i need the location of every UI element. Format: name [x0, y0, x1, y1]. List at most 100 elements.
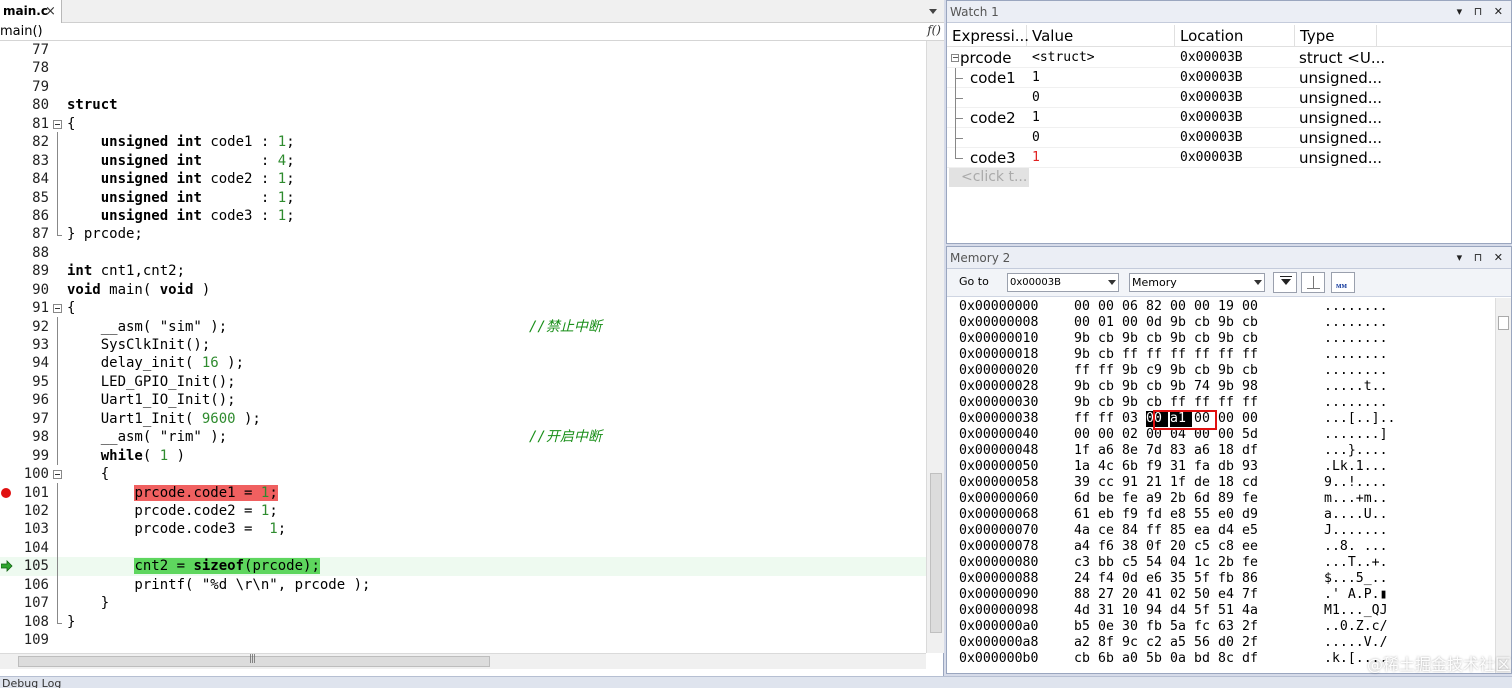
memory-byte[interactable]: 4c — [1098, 459, 1120, 475]
memory-byte[interactable]: ff — [1098, 411, 1120, 427]
line-number[interactable]: 100 — [12, 465, 49, 483]
memory-byte[interactable]: ea — [1194, 523, 1216, 539]
memory-byte[interactable]: fa — [1194, 459, 1216, 475]
goto-address-input[interactable]: 0x00003B — [1007, 273, 1119, 292]
line-number[interactable]: 83 — [12, 152, 49, 170]
code-text[interactable]: delay_init( 16 ); — [67, 354, 244, 372]
code-line[interactable]: 88 — [0, 244, 926, 262]
memory-byte[interactable]: 8c — [1218, 651, 1240, 667]
line-number[interactable]: 78 — [12, 59, 49, 77]
watch-panel-controls[interactable]: ▾ ⊓ ✕ — [1457, 1, 1507, 23]
memory-panel-controls[interactable]: ▾ ⊓ ✕ — [1457, 247, 1507, 269]
editor-hscroll-thumb[interactable]: ||| — [18, 654, 490, 667]
memory-byte[interactable]: 56 — [1194, 635, 1216, 651]
memory-byte[interactable]: 2f — [1242, 635, 1264, 651]
code-line[interactable]: 85 unsigned int : 1; — [0, 187, 926, 207]
memory-byte[interactable]: 06 — [1122, 299, 1144, 315]
memory-byte[interactable]: 00 — [1098, 299, 1120, 315]
memory-byte[interactable]: 91 — [1122, 475, 1144, 491]
line-number[interactable]: 93 — [12, 336, 49, 354]
memory-byte[interactable]: cb — [1146, 379, 1168, 395]
memory-byte[interactable]: ff — [1218, 347, 1240, 363]
code-line[interactable]: 83 unsigned int : 4; — [0, 150, 926, 170]
memory-byte[interactable]: fe — [1242, 555, 1264, 571]
memory-byte[interactable]: c8 — [1218, 539, 1240, 555]
line-number[interactable]: 106 — [12, 576, 49, 594]
chevron-down-icon[interactable] — [1254, 280, 1262, 285]
memory-byte[interactable]: 85 — [1170, 523, 1192, 539]
tab-list-dropdown-icon[interactable] — [928, 4, 938, 18]
memory-byte[interactable]: fb — [1146, 619, 1168, 635]
function-navigation-bar[interactable]: main() f() — [0, 23, 944, 41]
code-editor[interactable]: main.c × main() f() 77 78 79 80 struct 81 {82 … — [0, 0, 944, 676]
code-text[interactable]: int cnt1,cnt2; — [67, 262, 185, 280]
code-text[interactable]: while( 1 ) — [67, 447, 185, 465]
memory-byte[interactable]: cc — [1098, 475, 1120, 491]
memory-byte[interactable]: e4 — [1218, 587, 1240, 603]
code-text[interactable]: unsigned int code2 : 1; — [67, 170, 295, 188]
code-line[interactable]: 98 __asm( "rim" ); //开启中断 — [0, 427, 926, 447]
line-number[interactable]: 86 — [12, 207, 49, 225]
line-number[interactable]: 107 — [12, 594, 49, 612]
memory-byte[interactable]: c5 — [1122, 555, 1144, 571]
code-line[interactable]: 87} prcode; — [0, 224, 926, 243]
memory-row[interactable]: 0x00000018 9b cb ff ff ff ff ff ff........ — [947, 347, 1495, 363]
memory-byte[interactable]: a5 — [1170, 635, 1192, 651]
memory-byte[interactable]: fd — [1146, 507, 1168, 523]
memory-byte[interactable]: d4 — [1170, 603, 1192, 619]
header-expression[interactable]: Expressi... — [947, 25, 1029, 47]
memory-byte[interactable]: 5a — [1170, 619, 1192, 635]
memory-byte[interactable]: 8f — [1098, 635, 1120, 651]
memory-byte[interactable]: fe — [1122, 491, 1144, 507]
memory-byte[interactable]: 1c — [1194, 555, 1216, 571]
memory-byte[interactable]: 9b — [1170, 315, 1192, 331]
memory-byte[interactable]: 21 — [1146, 475, 1168, 491]
memory-byte[interactable]: 93 — [1242, 459, 1264, 475]
editor-vscroll-thumb[interactable] — [930, 473, 942, 633]
line-number[interactable]: 85 — [12, 189, 49, 207]
code-line[interactable]: 103 prcode.code3 = 1; — [0, 519, 926, 539]
memory-byte[interactable]: 9b — [1074, 379, 1096, 395]
code-text[interactable]: __asm( "sim" ); — [67, 318, 227, 336]
code-line[interactable]: 84 unsigned int code2 : 1; — [0, 169, 926, 189]
code-line[interactable]: 77 — [0, 41, 926, 59]
code-text[interactable]: LED_GPIO_Init(); — [67, 373, 236, 391]
memory-byte[interactable]: 00 — [1170, 299, 1192, 315]
line-number[interactable]: 105 — [12, 557, 49, 575]
memory-byte[interactable]: 02 — [1170, 587, 1192, 603]
code-line[interactable]: 80 struct — [0, 96, 926, 114]
memory-byte[interactable]: 00 — [1098, 427, 1120, 443]
memory-byte[interactable]: 03 — [1122, 411, 1144, 427]
code-text[interactable]: printf( "%d \r\n", prcode ); — [67, 576, 370, 594]
memory-byte[interactable]: ff — [1218, 395, 1240, 411]
memory-byte[interactable]: de — [1194, 475, 1216, 491]
memory-byte[interactable]: 4a — [1242, 603, 1264, 619]
memory-byte[interactable]: 84 — [1122, 523, 1144, 539]
memory-byte[interactable]: 86 — [1242, 571, 1264, 587]
memory-byte[interactable]: f9 — [1122, 507, 1144, 523]
code-line[interactable]: 89 int cnt1,cnt2; — [0, 262, 926, 280]
memory-byte[interactable]: ff — [1242, 347, 1264, 363]
memory-byte[interactable]: 9b — [1074, 331, 1096, 347]
watch-row-child[interactable]: code3 1 0x00003B unsigned... — [947, 148, 1382, 168]
memory-byte[interactable]: ff — [1170, 347, 1192, 363]
memory-byte[interactable]: 0d — [1122, 571, 1144, 587]
memory-byte[interactable]: 0d — [1146, 315, 1168, 331]
memory-byte[interactable]: 0f — [1146, 539, 1168, 555]
memory-row[interactable]: 0x00000048 1f a6 8e 7d 83 a6 18 df...}.... — [947, 443, 1495, 459]
memory-byte[interactable]: 41 — [1146, 587, 1168, 603]
header-value[interactable]: Value — [1027, 25, 1175, 47]
memory-byte[interactable]: e5 — [1242, 523, 1264, 539]
memory-byte[interactable]: 9b — [1218, 315, 1240, 331]
memory-byte[interactable]: b5 — [1074, 619, 1096, 635]
tree-collapse-icon[interactable]: − — [951, 54, 959, 62]
code-line[interactable]: 107 } — [0, 593, 926, 613]
memory-options-button[interactable]: ᴍᴍ — [1331, 272, 1355, 293]
memory-byte[interactable]: cb — [1146, 395, 1168, 411]
memory-byte[interactable]: 2b — [1218, 555, 1240, 571]
line-number[interactable]: 81 — [12, 115, 49, 133]
memory-byte[interactable]: 31 — [1098, 603, 1120, 619]
line-number[interactable]: 109 — [12, 631, 49, 649]
memory-byte[interactable]: 2b — [1170, 491, 1192, 507]
memory-byte[interactable]: eb — [1098, 507, 1120, 523]
